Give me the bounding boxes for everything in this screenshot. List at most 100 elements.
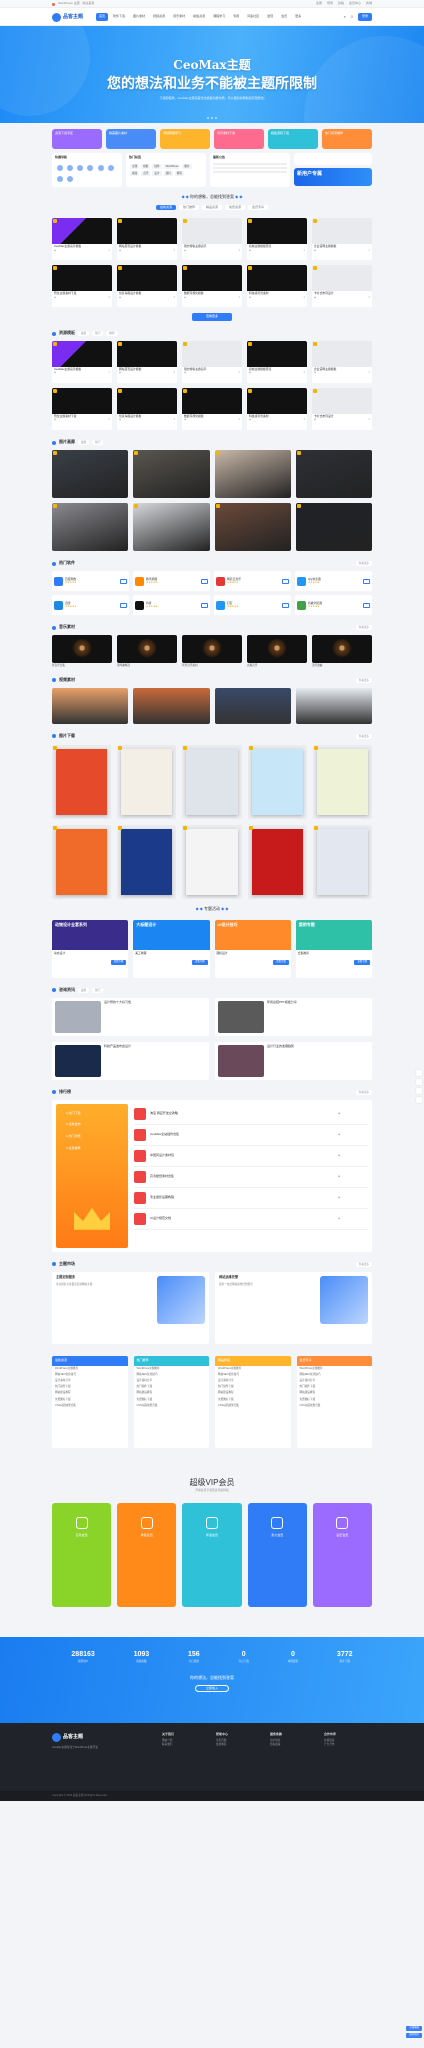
service-card[interactable]: 网站运维托管 提供一站式网站运维托管服务 <box>215 1271 372 1344</box>
music-title[interactable]: 背景音乐素材 <box>182 664 242 667</box>
card-thumbnail[interactable] <box>117 341 177 368</box>
more-link[interactable]: 查看更多 <box>355 1089 372 1095</box>
top-link[interactable]: 商城 <box>366 2 372 6</box>
subtab[interactable]: 热门 <box>92 440 104 446</box>
news-title[interactable]: 设计师的十大好习惯 <box>104 1000 131 1005</box>
news-title[interactable]: 年终总结PPT模板分享 <box>267 1000 297 1005</box>
card-thumbnail[interactable] <box>52 218 112 245</box>
gallery-image[interactable] <box>52 503 129 552</box>
app-item[interactable]: 网易云音乐 ★★★★★ ↓ <box>214 571 291 592</box>
poster-card[interactable] <box>52 744 112 819</box>
topic-button[interactable]: 查看专题 <box>354 959 370 965</box>
nav-item[interactable]: 视频资源 <box>150 13 168 21</box>
rank-item[interactable]: UI设计规范文档 ◉ <box>134 1209 368 1230</box>
column-link[interactable]: CSS动画效果合集 <box>52 1403 128 1409</box>
resource-card[interactable]: 企业官网主题模板 ◉ ¥ <box>312 218 372 261</box>
card-thumbnail[interactable] <box>312 388 372 415</box>
more-link[interactable]: 查看更多 <box>355 733 372 739</box>
subtab[interactable]: 推荐 <box>106 330 118 337</box>
carousel-dots[interactable] <box>207 117 217 119</box>
footer-logo[interactable]: 品客主题 <box>52 1732 96 1742</box>
app-item[interactable]: 钉钉 ★★★★★ ↓ <box>214 595 291 616</box>
card-thumbnail[interactable] <box>247 218 307 245</box>
tab[interactable]: 热门推荐 <box>178 204 199 211</box>
resource-card[interactable]: 网站首页设计模板 ◉ ¥ <box>117 341 177 384</box>
tag[interactable]: 设计 <box>152 170 162 176</box>
nav-item[interactable]: 软件下载 <box>110 13 128 21</box>
topic-banner[interactable]: 案例专题 <box>295 919 372 950</box>
category-card[interactable]: 精美图片素材 <box>106 129 156 149</box>
more-link[interactable]: 查看更多 <box>355 561 372 567</box>
column-header[interactable]: 精品教程 <box>215 1355 291 1366</box>
search-icon[interactable]: ⌕ <box>344 14 346 20</box>
news-title[interactable]: 科技产品发布会设计 <box>104 1044 131 1049</box>
nav-item[interactable]: 会员 <box>278 13 290 21</box>
topic-button[interactable]: 查看专题 <box>191 959 208 965</box>
topic-card[interactable]: 案例专题 合集推荐 查看专题 <box>295 919 372 978</box>
download-button[interactable]: ↓ <box>200 602 208 608</box>
footer-link[interactable]: 广告合作 <box>324 1743 372 1746</box>
nav-icon[interactable] <box>57 176 63 183</box>
gallery-image[interactable] <box>295 503 372 552</box>
nav-icon[interactable] <box>97 164 104 171</box>
resource-card[interactable]: 简约博客主题演示 ◉ ¥ <box>182 218 242 261</box>
top-link[interactable]: 注册 <box>316 2 322 6</box>
tag[interactable]: 音乐 <box>141 170 151 176</box>
nav-icon[interactable] <box>107 164 114 171</box>
news-title[interactable]: 设计行业的发展趋势 <box>267 1044 294 1049</box>
resource-card[interactable]: 恐龙主题素材下载 ◉ ¥ <box>52 388 112 431</box>
nav-icon[interactable] <box>57 164 63 171</box>
rank-item[interactable]: 中国风设计素材包 ◉ <box>134 1146 368 1167</box>
cart-icon[interactable] <box>416 1097 422 1103</box>
tag[interactable]: 模板 <box>141 163 151 169</box>
card-thumbnail[interactable] <box>52 388 112 415</box>
more-link[interactable]: 查看更多 <box>355 1261 372 1267</box>
music-title[interactable]: 流行歌曲 <box>312 664 372 667</box>
resource-card[interactable]: 科技感背景素材 ◉ ¥ <box>247 388 307 431</box>
rank-title[interactable]: 淘宝 网店开发全攻略 <box>150 1111 178 1116</box>
topic-banner[interactable]: 动物设计全套系列 <box>52 919 129 950</box>
card-thumbnail[interactable] <box>312 265 372 292</box>
gallery-image[interactable] <box>133 450 210 499</box>
category-card[interactable]: 模板源码下载 <box>268 129 318 149</box>
tag[interactable]: 源码 <box>163 170 173 176</box>
chat-button[interactable]: 联系我们 <box>406 2033 422 2038</box>
tag[interactable]: 视频 <box>130 170 140 176</box>
download-button[interactable]: ↓ <box>119 602 127 608</box>
resource-card[interactable]: 简约博客主题演示 ◉ ¥ <box>182 341 242 384</box>
music-cover[interactable] <box>117 635 177 664</box>
top-link[interactable]: 会员中心 <box>349 2 361 6</box>
card-thumbnail[interactable] <box>117 388 177 415</box>
subtab[interactable]: 最新 <box>78 440 90 446</box>
gallery-image[interactable] <box>214 503 291 552</box>
card-thumbnail[interactable] <box>312 341 372 368</box>
nav-icon[interactable] <box>87 164 93 171</box>
top-link[interactable]: 登录 <box>327 2 333 6</box>
music-title[interactable]: 轻音乐合集 <box>52 664 112 667</box>
video-thumbnail[interactable] <box>52 687 129 724</box>
nav-item[interactable]: 图片素材 <box>130 13 148 21</box>
topic-card[interactable]: 大标题设计 美工教程 查看专题 <box>133 919 210 978</box>
app-item[interactable]: 百度网盘 ★★★★★ ↓ <box>52 571 129 592</box>
card-thumbnail[interactable] <box>247 388 307 415</box>
card-thumbnail[interactable] <box>117 265 177 292</box>
news-item[interactable]: 设计行业的发展趋势 <box>215 1041 372 1080</box>
resource-card[interactable]: 卡片式布局设计 ◉ ¥ <box>312 388 372 431</box>
music-cover[interactable] <box>247 635 307 664</box>
subtab[interactable]: 热门 <box>92 330 104 337</box>
app-item[interactable]: 抖音 ★★★★★ ↓ <box>133 595 210 616</box>
footer-link[interactable]: 联系我们 <box>162 1743 210 1746</box>
video-thumbnail[interactable] <box>214 687 291 724</box>
nav-item[interactable]: 更多 <box>292 13 304 21</box>
login-button[interactable]: 登录 <box>357 13 372 21</box>
rank-item[interactable]: 高清壁纸素材合集 ◉ <box>134 1167 368 1188</box>
music-cover[interactable] <box>182 635 242 664</box>
resource-card[interactable]: 恐龙主题素材下载 ◉ ¥ <box>52 265 112 308</box>
category-card[interactable]: 视频教程学习 <box>160 129 210 149</box>
music-cover[interactable] <box>52 635 112 664</box>
service-card[interactable]: 主题定制服务 专业团队为您量身定制网站主题 <box>52 1271 209 1344</box>
nav-item[interactable]: 音乐素材 <box>170 13 188 21</box>
rank-tab[interactable]: ● 会员推荐 <box>66 1146 128 1151</box>
topic-button[interactable]: 查看专题 <box>110 959 127 965</box>
card-thumbnail[interactable] <box>117 218 177 245</box>
